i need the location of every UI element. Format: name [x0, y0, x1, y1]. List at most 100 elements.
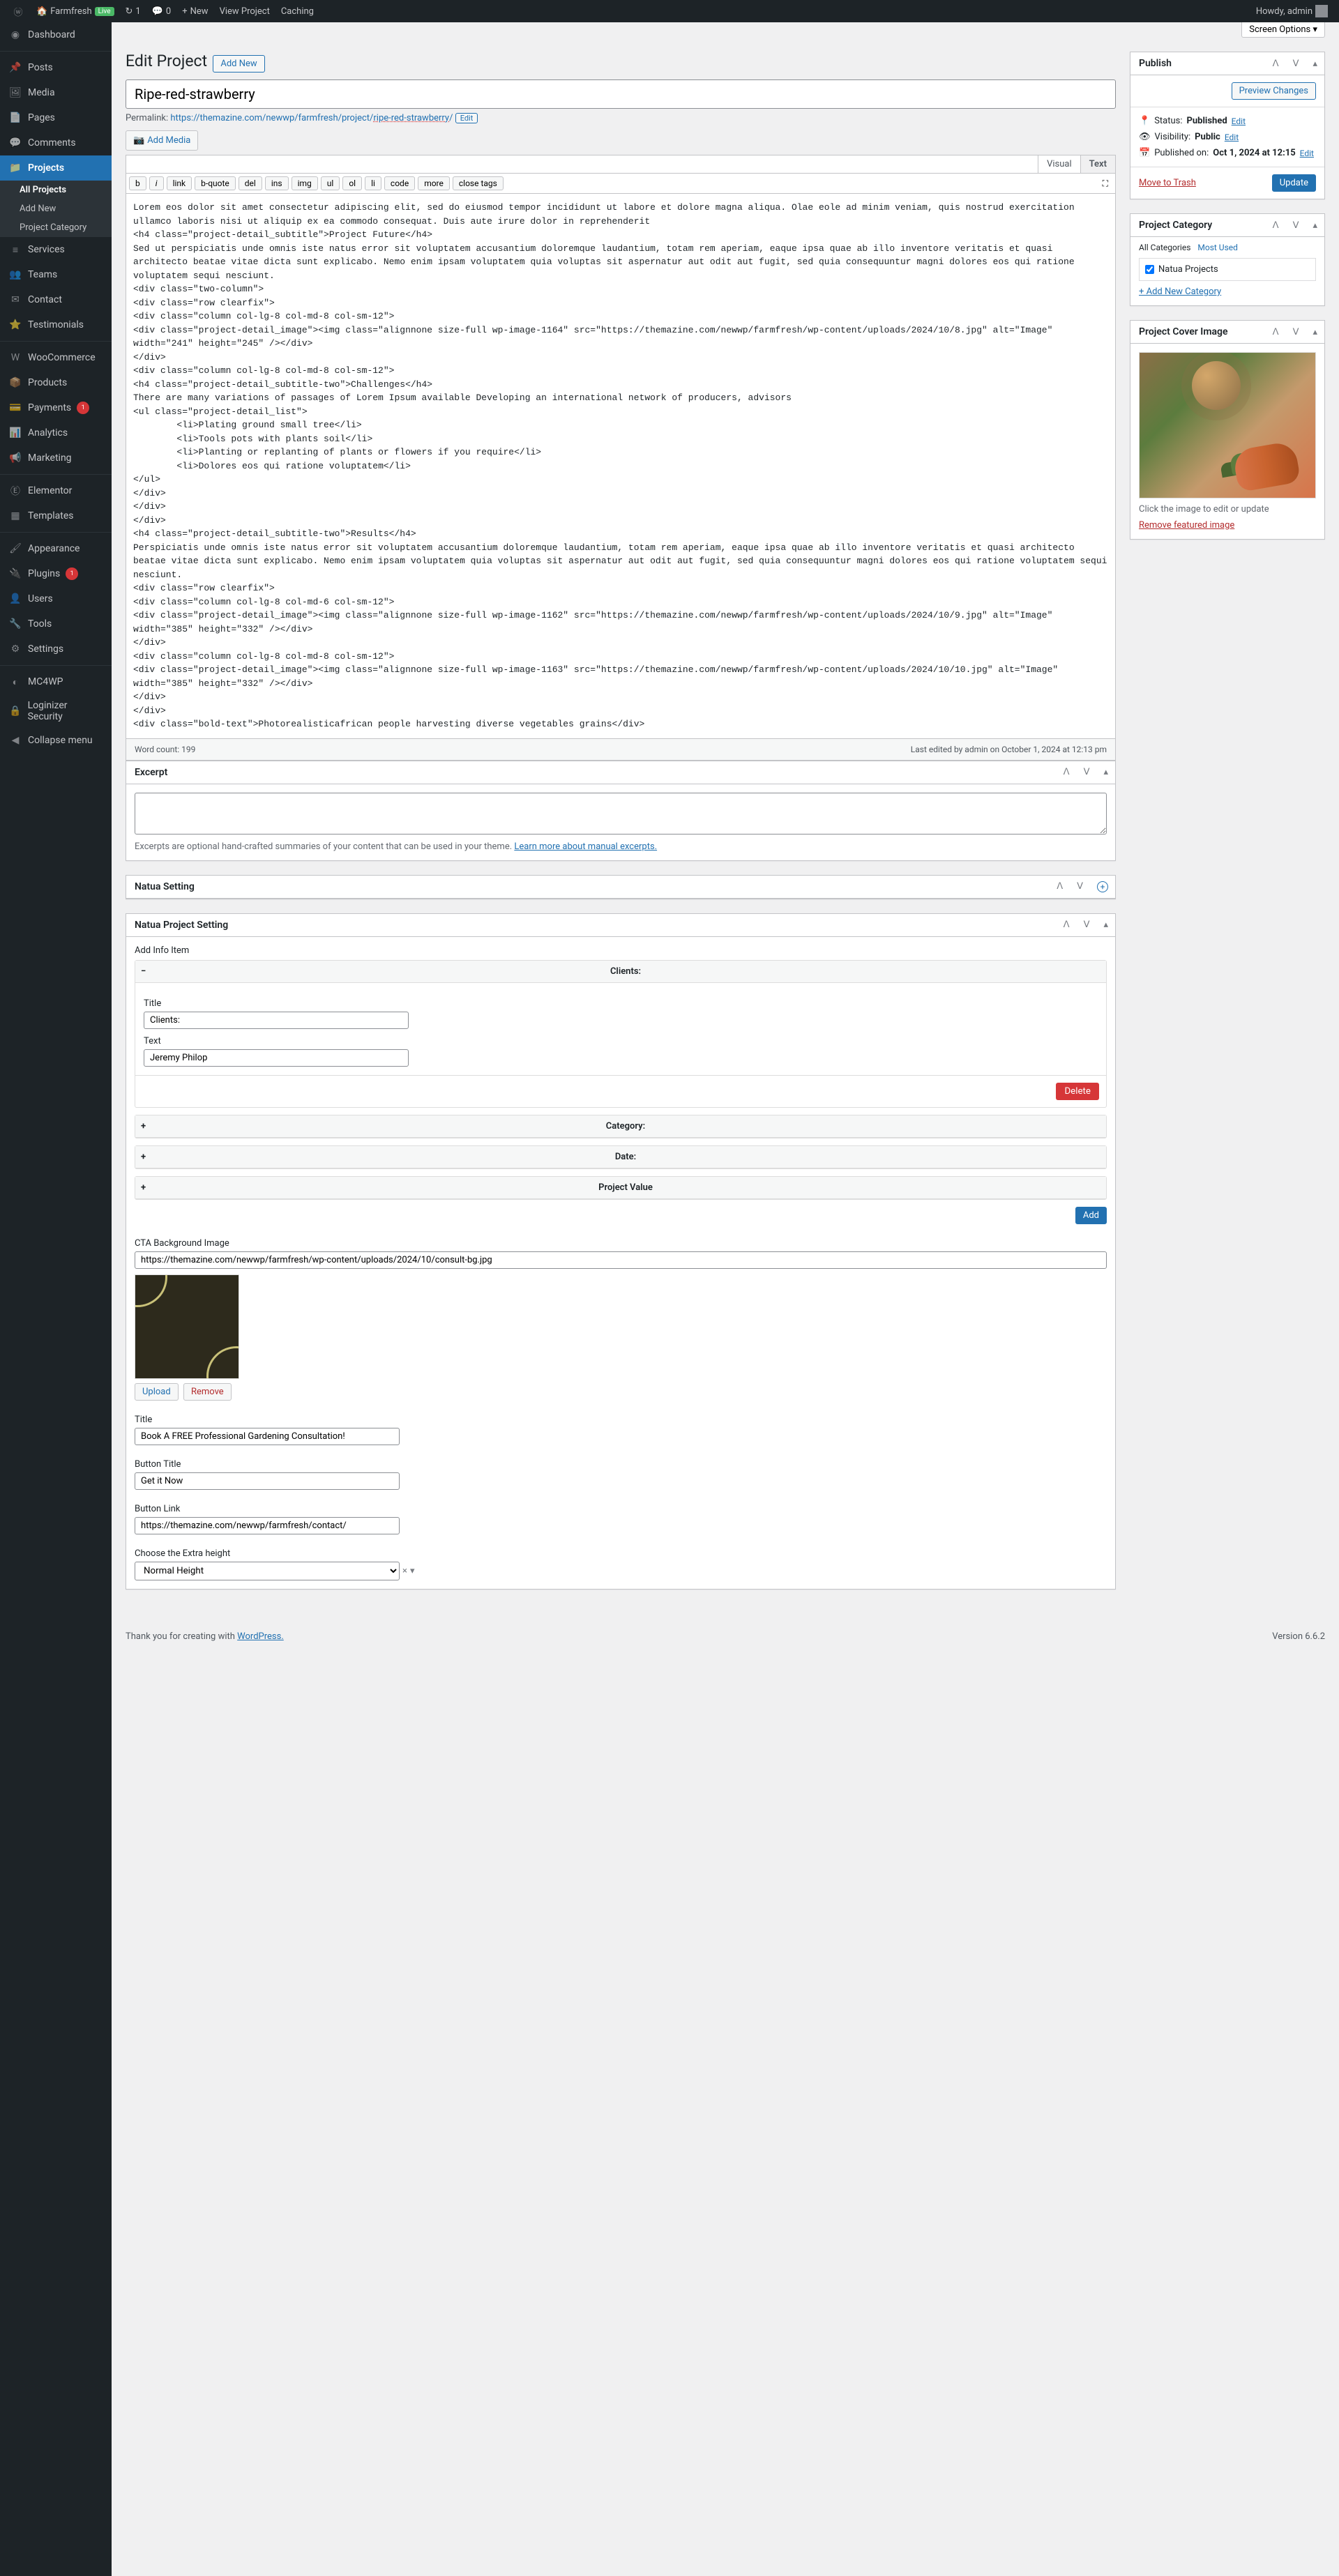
content-editor[interactable]: Lorem eos dolor sit amet consectetur adi…: [126, 193, 1116, 739]
publish-down[interactable]: ᐯ: [1286, 59, 1306, 69]
caching[interactable]: Caching: [275, 0, 319, 22]
cover-up[interactable]: ᐱ: [1266, 327, 1286, 337]
update-button[interactable]: Update: [1272, 174, 1316, 192]
menu-dashboard[interactable]: ◉Dashboard: [0, 22, 112, 47]
move-to-trash[interactable]: Move to Trash: [1139, 178, 1196, 188]
select-clear[interactable]: ×: [402, 1566, 407, 1576]
qt-del[interactable]: del: [239, 176, 262, 190]
menu-contact[interactable]: ✉Contact: [0, 287, 112, 312]
cat-tab-all[interactable]: All Categories: [1139, 243, 1190, 252]
menu-elementor[interactable]: ⒺElementor: [0, 478, 112, 503]
excerpt-down[interactable]: ᐯ: [1077, 767, 1097, 777]
tab-visual[interactable]: Visual: [1038, 155, 1080, 173]
menu-templates[interactable]: ▦Templates: [0, 503, 112, 528]
post-title-input[interactable]: [126, 79, 1116, 109]
publish-toggle[interactable]: ▴: [1306, 59, 1324, 69]
menu-posts[interactable]: 📌Posts: [0, 55, 112, 80]
edit-status[interactable]: Edit: [1232, 116, 1246, 126]
comments-count[interactable]: 💬 0: [146, 0, 177, 22]
collapse-menu[interactable]: ◀Collapse menu: [0, 728, 112, 753]
remove-image-button[interactable]: Remove: [183, 1383, 232, 1401]
menu-settings[interactable]: ⚙Settings: [0, 637, 112, 662]
natua-p-down[interactable]: ᐯ: [1077, 920, 1097, 930]
submenu-all-projects[interactable]: All Projects: [0, 181, 112, 199]
qt-ol[interactable]: ol: [342, 176, 362, 190]
qt-link[interactable]: link: [167, 176, 192, 190]
menu-appearance[interactable]: 🖌Appearance: [0, 536, 112, 561]
menu-projects[interactable]: 📁Projects: [0, 155, 112, 181]
cta-image-preview[interactable]: [135, 1274, 239, 1379]
add-media-button[interactable]: 📷 Add Media: [126, 130, 198, 151]
menu-analytics[interactable]: 📊Analytics: [0, 420, 112, 445]
menu-mc4wp[interactable]: ◐MC4WP: [0, 669, 112, 694]
preview-button[interactable]: Preview Changes: [1232, 82, 1316, 100]
menu-pages[interactable]: 📄Pages: [0, 105, 112, 130]
btn-title-input[interactable]: [135, 1472, 400, 1490]
natua-p-up[interactable]: ᐱ: [1057, 920, 1077, 930]
cat-down[interactable]: ᐯ: [1286, 220, 1306, 231]
edit-date[interactable]: Edit: [1300, 148, 1314, 158]
screen-options-toggle[interactable]: Screen Options ▾: [1241, 22, 1325, 38]
natua-down[interactable]: ᐯ: [1070, 881, 1090, 892]
featured-image[interactable]: [1139, 352, 1316, 498]
extra-height-select[interactable]: Normal Height: [135, 1562, 400, 1580]
cta-url-input[interactable]: [135, 1251, 1107, 1269]
qt-ul[interactable]: ul: [321, 176, 340, 190]
item-expand[interactable]: +: [141, 1182, 151, 1193]
cover-down[interactable]: ᐯ: [1286, 327, 1306, 337]
qt-b[interactable]: b: [129, 176, 146, 190]
menu-media[interactable]: 🖼Media: [0, 80, 112, 105]
qt-bquote[interactable]: b-quote: [195, 176, 236, 190]
btn-link-input[interactable]: [135, 1517, 400, 1534]
updates[interactable]: ↻ 1: [120, 0, 146, 22]
menu-plugins[interactable]: 🔌Plugins 1: [0, 561, 112, 586]
qt-li[interactable]: li: [365, 176, 381, 190]
menu-tools[interactable]: 🔧Tools: [0, 611, 112, 637]
menu-services[interactable]: ≡Services: [0, 237, 112, 262]
menu-payments[interactable]: 💳Payments 1: [0, 395, 112, 420]
item-collapse[interactable]: −: [141, 966, 151, 977]
add-category-link[interactable]: + Add New Category: [1139, 287, 1221, 297]
menu-woocommerce[interactable]: WWooCommerce: [0, 345, 112, 370]
item-expand[interactable]: +: [141, 1121, 151, 1131]
new-content[interactable]: + New: [176, 0, 213, 22]
cover-toggle[interactable]: ▴: [1306, 327, 1324, 337]
qt-code[interactable]: code: [384, 176, 415, 190]
excerpt-toggle[interactable]: ▴: [1096, 767, 1115, 777]
qt-close[interactable]: close tags: [453, 176, 504, 190]
remove-featured-image[interactable]: Remove featured image: [1139, 520, 1234, 531]
cat-toggle[interactable]: ▴: [1306, 220, 1324, 231]
permalink-edit-button[interactable]: Edit: [455, 113, 478, 123]
excerpt-textarea[interactable]: [135, 793, 1107, 834]
qt-i[interactable]: i: [149, 176, 164, 190]
natua-up[interactable]: ᐱ: [1050, 881, 1070, 892]
category-checkbox-row[interactable]: Natua Projects: [1145, 264, 1310, 275]
add-new-button[interactable]: Add New: [213, 55, 264, 73]
menu-marketing[interactable]: 📢Marketing: [0, 445, 112, 471]
qt-more[interactable]: more: [418, 176, 450, 190]
cta-title-input[interactable]: [135, 1428, 400, 1445]
menu-testimonials[interactable]: ⭐Testimonials: [0, 312, 112, 337]
submenu-category[interactable]: Project Category: [0, 218, 112, 237]
menu-users[interactable]: 👤Users: [0, 586, 112, 611]
delete-item-button[interactable]: Delete: [1056, 1083, 1099, 1100]
my-account[interactable]: Howdy, admin: [1250, 0, 1333, 22]
excerpt-learn-more[interactable]: Learn more about manual excerpts.: [514, 841, 657, 852]
wordpress-link[interactable]: WordPress.: [237, 1631, 284, 1642]
item-title-input[interactable]: [144, 1012, 409, 1029]
tab-text[interactable]: Text: [1080, 155, 1115, 173]
cat-up[interactable]: ᐱ: [1266, 220, 1286, 231]
menu-teams[interactable]: 👥Teams: [0, 262, 112, 287]
view-project[interactable]: View Project: [214, 0, 275, 22]
qt-ins[interactable]: ins: [265, 176, 289, 190]
natua-plus-icon[interactable]: +: [1097, 881, 1108, 892]
menu-comments[interactable]: 💬Comments: [0, 130, 112, 155]
menu-products[interactable]: 📦Products: [0, 370, 112, 395]
wp-logo[interactable]: ⓦ: [6, 0, 31, 22]
upload-button[interactable]: Upload: [135, 1383, 179, 1401]
menu-loginizer[interactable]: 🔒Loginizer Security: [0, 694, 112, 728]
add-item-button[interactable]: Add: [1075, 1207, 1107, 1224]
item-text-input[interactable]: [144, 1049, 409, 1067]
excerpt-up[interactable]: ᐱ: [1057, 767, 1077, 777]
site-name[interactable]: 🏠 Farmfresh Live: [31, 0, 120, 22]
